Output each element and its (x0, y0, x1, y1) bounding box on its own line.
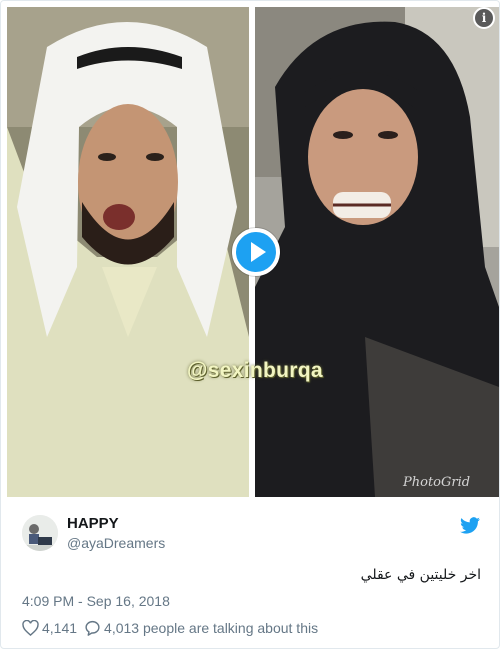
reply-icon[interactable] (84, 620, 101, 636)
info-icon[interactable]: i (473, 7, 495, 29)
video-media[interactable]: i @sexinburqa PhotoGrid (1, 1, 499, 501)
author-handle[interactable]: @ayaDreamers (67, 535, 165, 551)
photogrid-watermark: PhotoGrid (403, 475, 471, 490)
tweet-text: اخر خليتين في عقلي (360, 567, 481, 583)
avatar[interactable] (22, 515, 58, 551)
tweet-actions: 4,141 4,013 people are talking about thi… (22, 619, 318, 637)
media-watermark: @sexinburqa (187, 359, 323, 382)
author-display-name[interactable]: HAPPY (67, 515, 119, 532)
play-icon (251, 242, 266, 262)
embedded-tweet-card: i @sexinburqa PhotoGrid HAPPY @ayaDreame… (0, 0, 500, 649)
play-button[interactable] (232, 228, 280, 276)
tweet-timestamp[interactable]: 4:09 PM - Sep 16, 2018 (22, 593, 170, 609)
heart-icon[interactable] (22, 619, 39, 637)
like-count[interactable]: 4,141 (42, 620, 77, 636)
talking-about-count[interactable]: 4,013 people are talking about this (104, 620, 318, 636)
twitter-bird-icon[interactable] (460, 517, 480, 534)
video-panel-right (255, 7, 499, 497)
video-panel-left (7, 7, 249, 497)
